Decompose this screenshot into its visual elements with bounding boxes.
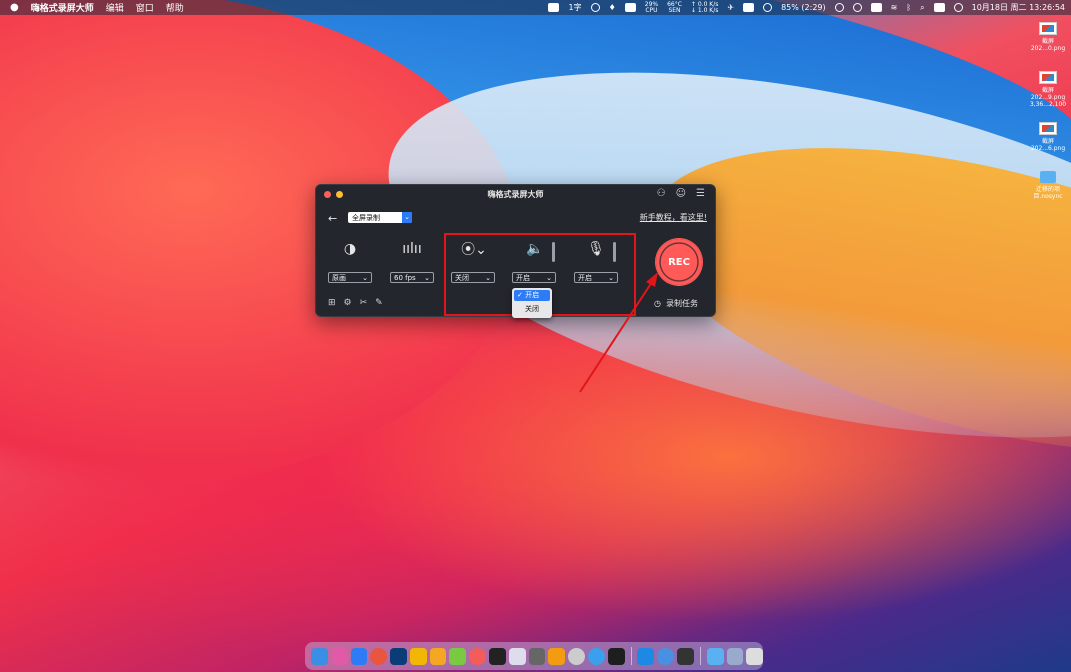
launchpad-icon[interactable] bbox=[330, 647, 348, 665]
butterfly-icon[interactable] bbox=[429, 647, 447, 665]
chrome-icon[interactable] bbox=[370, 647, 388, 665]
recorder-app-icon[interactable] bbox=[607, 647, 625, 665]
annotation-arrow bbox=[579, 272, 658, 393]
preview-icon[interactable] bbox=[726, 647, 744, 665]
dock-separator bbox=[699, 647, 701, 665]
folder-icon[interactable] bbox=[706, 647, 724, 665]
photoshop-icon[interactable] bbox=[390, 647, 407, 665]
sublime-icon[interactable] bbox=[548, 647, 566, 665]
app-icon[interactable] bbox=[409, 647, 427, 665]
messages-icon[interactable] bbox=[568, 647, 585, 665]
piano-icon[interactable] bbox=[677, 647, 694, 665]
app-icon[interactable] bbox=[637, 647, 655, 665]
dock-separator bbox=[630, 647, 632, 665]
pen-icon[interactable] bbox=[528, 647, 546, 665]
trash-icon[interactable] bbox=[746, 647, 764, 665]
app-icon[interactable] bbox=[657, 647, 675, 665]
dock bbox=[305, 642, 764, 670]
app-icon[interactable] bbox=[350, 647, 368, 665]
safari-icon[interactable] bbox=[587, 647, 605, 665]
leaf-icon[interactable] bbox=[449, 647, 467, 665]
notes-icon[interactable] bbox=[508, 647, 526, 665]
app-icon[interactable] bbox=[469, 647, 487, 665]
terminal-icon[interactable] bbox=[489, 647, 506, 665]
finder-icon[interactable] bbox=[311, 647, 328, 665]
